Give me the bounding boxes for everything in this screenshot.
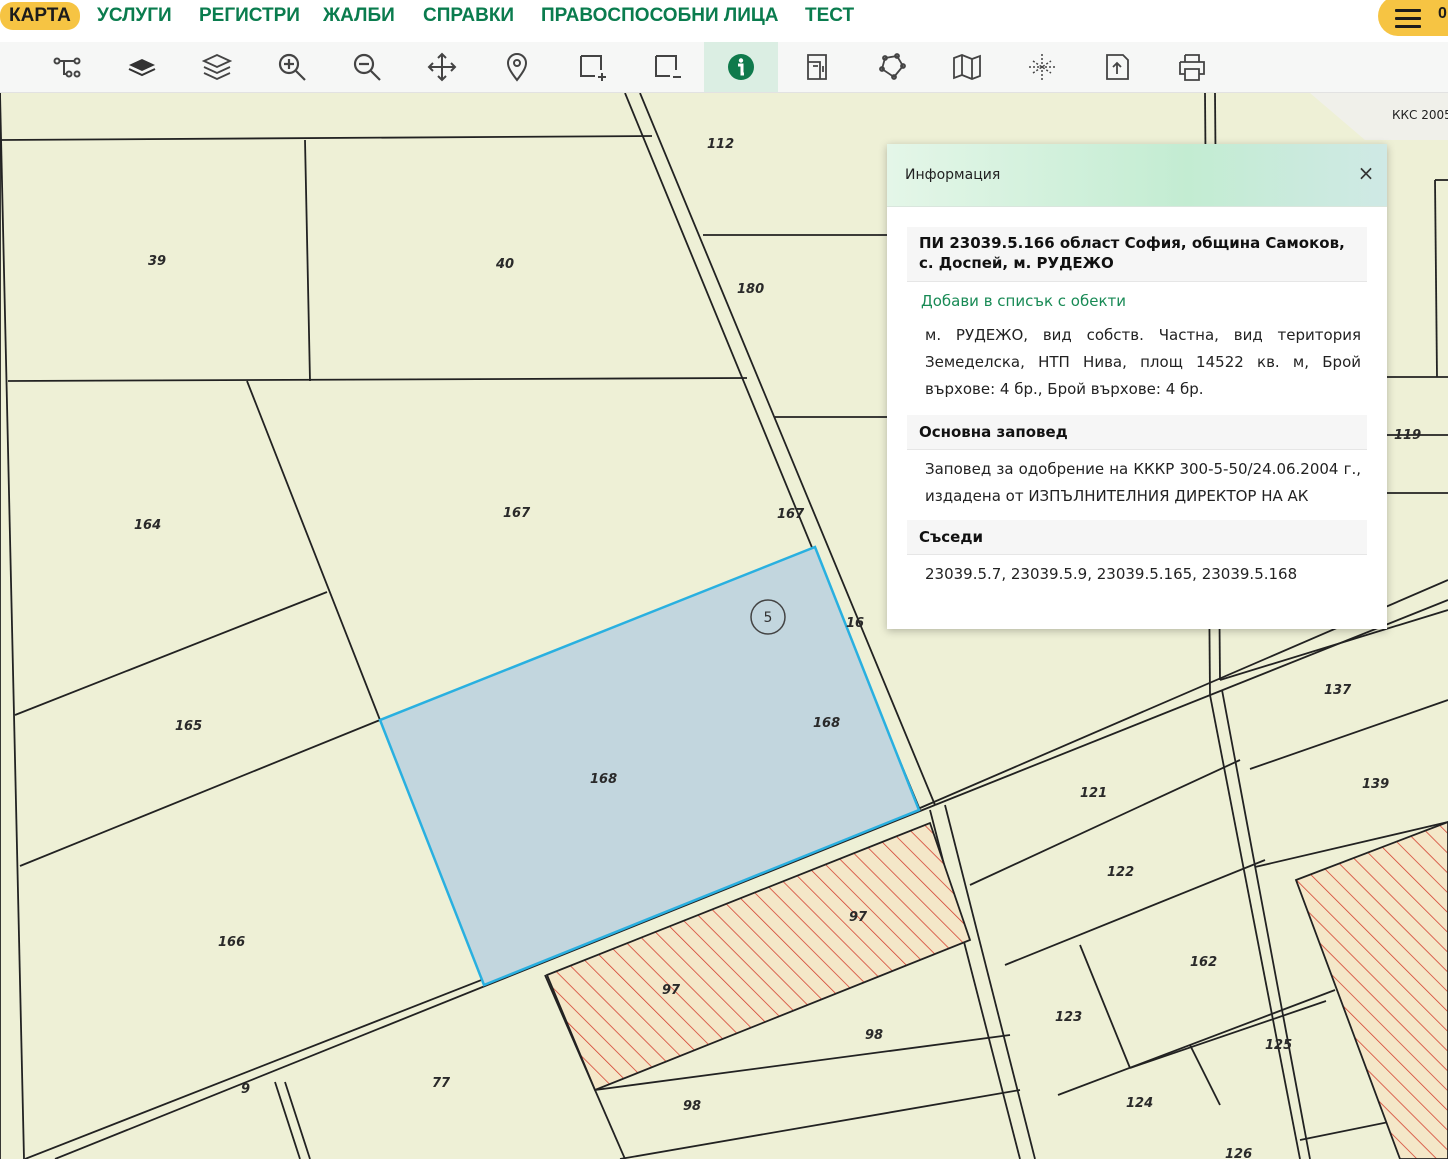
parcel-label: 123 — [1055, 1010, 1082, 1025]
top-navigation: КАРТА УСЛУГИ РЕГИСТРИ ЖАЛБИ СПРАВКИ ПРАВ… — [0, 0, 1448, 42]
parcel-label: 16 — [846, 616, 864, 631]
selected-parcel-label: 168 — [590, 772, 617, 787]
parcel-label: 112 — [707, 137, 734, 152]
parcel-label: 97 — [849, 910, 868, 925]
pan-icon[interactable] — [405, 42, 479, 92]
order-text: Заповед за одобрение на КККР 300-5-50/24… — [925, 460, 1361, 505]
parcel-label: 39 — [148, 254, 166, 269]
parcel-label: 139 — [1362, 777, 1389, 792]
menu-badge: 0 — [1438, 5, 1447, 22]
parcel-label: 9 — [241, 1082, 250, 1097]
parcel-label: 166 — [218, 935, 245, 950]
add-rectangle-icon[interactable] — [555, 42, 629, 92]
parcel-label: 168 — [813, 716, 840, 731]
parcel-label: 40 — [495, 257, 514, 272]
measure-route-icon[interactable] — [30, 42, 104, 92]
layers-icon[interactable] — [180, 42, 254, 92]
nav-item-complaints[interactable]: ЖАЛБИ — [323, 4, 395, 28]
popup-title: Информация — [905, 167, 1001, 183]
order-heading: Основна заповед — [907, 415, 1367, 450]
parcel-label: 180 — [737, 282, 764, 297]
location-pin-icon[interactable] — [480, 42, 554, 92]
parcel-label: 122 — [1107, 865, 1134, 880]
crs-label: ККС 2005 — [1392, 108, 1448, 122]
edit-document-icon[interactable] — [780, 42, 854, 92]
parcel-label: 98 — [683, 1099, 701, 1114]
zoom-in-icon[interactable] — [255, 42, 329, 92]
export-icon[interactable] — [1080, 42, 1154, 92]
parcel-label: 167 — [777, 507, 805, 522]
parcel-label: 98 — [865, 1028, 883, 1043]
info-popup: Информация × ПИ 23039.5.166 област София… — [887, 144, 1387, 629]
parcel-label: 137 — [1324, 683, 1352, 698]
parcel-label: 121 — [1080, 786, 1107, 801]
info-icon[interactable] — [704, 42, 778, 92]
parcel-label: 125 — [1265, 1038, 1292, 1053]
hamburger-icon — [1395, 9, 1421, 33]
map-icon[interactable] — [930, 42, 1004, 92]
polygon-icon[interactable] — [855, 42, 929, 92]
nav-item-references[interactable]: СПРАВКИ — [423, 4, 514, 28]
nav-item-qualified-persons[interactable]: ПРАВОСПОСОБНИ ЛИЦА — [541, 4, 779, 28]
nav-item-registers[interactable]: РЕГИСТРИ — [199, 4, 300, 28]
vertex-count-badge-text: 5 — [764, 610, 773, 626]
parcel-heading: ПИ 23039.5.166 област София, община Само… — [907, 227, 1367, 282]
nav-item-services[interactable]: УСЛУГИ — [97, 4, 172, 28]
back-arrow-icon[interactable] — [0, 42, 3, 92]
parcel-label: 167 — [503, 506, 531, 521]
parcel-label: 165 — [175, 719, 202, 734]
neighbors-text: 23039.5.7, 23039.5.9, 23039.5.165, 23039… — [925, 565, 1298, 583]
parcel-label: 124 — [1126, 1096, 1153, 1111]
print-icon[interactable] — [1155, 42, 1229, 92]
zoom-out-icon[interactable] — [330, 42, 404, 92]
add-to-list-link[interactable]: Добави в списък с обекти — [907, 282, 1367, 316]
parcel-label: 97 — [662, 983, 681, 998]
parcel-label: 162 — [1190, 955, 1217, 970]
nav-item-map[interactable]: КАРТА — [0, 2, 80, 30]
parcel-description: м. РУДЕЖО, вид собств. Частна, вид терит… — [925, 326, 1361, 398]
parcel-label: 77 — [432, 1076, 451, 1091]
remove-rectangle-icon[interactable] — [630, 42, 704, 92]
parcel-label: 119 — [1394, 428, 1421, 443]
layer-single-icon[interactable] — [105, 42, 179, 92]
parcel-label: 126 — [1225, 1147, 1252, 1159]
parcel-label: 164 — [134, 518, 161, 533]
nav-item-test[interactable]: ТЕСТ — [805, 4, 854, 28]
close-icon[interactable]: × — [1355, 162, 1377, 184]
neighbors-heading: Съседи — [907, 520, 1367, 555]
map-toolbar — [0, 42, 1448, 93]
menu-button[interactable]: 0 — [1378, 0, 1448, 36]
grid-icon[interactable] — [1005, 42, 1079, 92]
popup-header: Информация × — [887, 144, 1387, 207]
